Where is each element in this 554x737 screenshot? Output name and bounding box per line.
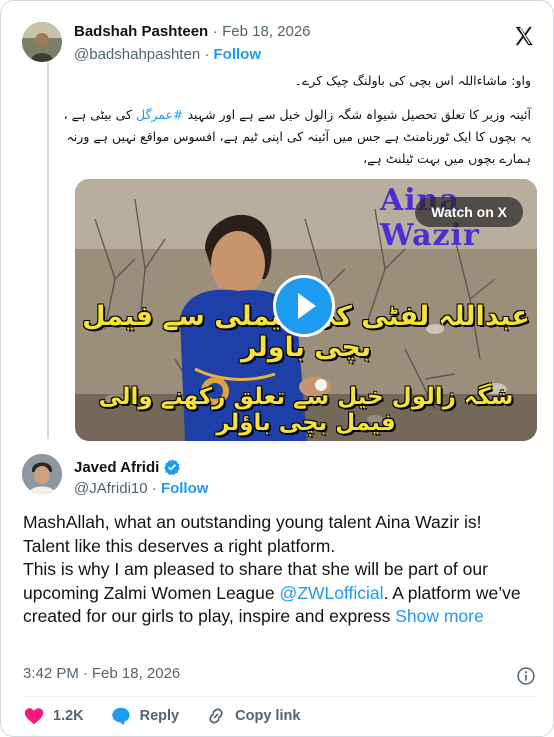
separator: · [212, 23, 218, 40]
separator: · [82, 665, 88, 682]
tweet-text-line: ہمارے بچوں میں بہت ٹیلنٹ ہے، [363, 151, 531, 166]
reply-icon [111, 707, 130, 726]
info-icon[interactable] [516, 666, 536, 686]
separator: · [151, 480, 157, 497]
thread-line [47, 59, 49, 439]
separator: · [204, 46, 210, 63]
tweet-text-line: This is why I am pleased to share that s… [23, 558, 538, 629]
tweet-text: MashAllah, what an outstanding young tal… [23, 511, 538, 629]
tweet-text-line: آئینہ وزیر کا تعلق تحصیل شیواہ شگہ زالول… [64, 107, 531, 122]
x-logo-icon[interactable] [513, 25, 535, 47]
reply-button[interactable]: Reply [110, 705, 180, 727]
video-player[interactable]: Aina Wazir عبداللہ لفٹی کی فیملی سے فیمل… [75, 179, 537, 441]
like-count: 1.2K [53, 708, 84, 724]
action-bar: 1.2K Reply Copy link [23, 705, 326, 727]
tweet-text-line: واو: ماشاءاللہ اس بچی کی باولنگ چیک کرے۔ [294, 73, 531, 88]
tweet-timestamp[interactable]: 3:42 PM · Feb 18, 2026 [23, 665, 180, 682]
author-handle[interactable]: @JAfridi10 [74, 480, 148, 497]
tweet-text-line: یہ بچوں کا ایک ٹورنامنٹ ہے جس میں آئینہ … [66, 129, 531, 144]
link-icon [209, 708, 223, 724]
play-icon [298, 293, 316, 319]
author-handle[interactable]: @badshahpashten [74, 46, 200, 63]
tweet-text-segment: آئینہ وزیر کا تعلق تحصیل شیواہ شگہ زالول… [183, 107, 531, 122]
author-name[interactable]: Javed Afridi [74, 459, 159, 476]
watch-on-x-button[interactable]: Watch on X [415, 197, 523, 227]
tweet-date[interactable]: Feb 18, 2026 [222, 23, 310, 40]
follow-button[interactable]: Follow [161, 480, 209, 497]
tweet-text-segment: کی بیٹی ہے ، [63, 107, 136, 122]
copy-link-label: Copy link [235, 708, 301, 724]
quoted-tweet[interactable]: Badshah Pashteen · Feb 18, 2026 @badshah… [1, 1, 553, 446]
main-tweet: Javed Afridi @JAfridi10 · Follow MashAll… [1, 446, 553, 736]
reply-label: Reply [139, 708, 180, 724]
divider [23, 696, 538, 697]
avatar[interactable] [22, 22, 62, 62]
tweet-embed-card: Badshah Pashteen · Feb 18, 2026 @badshah… [0, 0, 554, 737]
tweet-text-line: Talent like this deserves a right platfo… [23, 535, 336, 556]
follow-button[interactable]: Follow [214, 46, 262, 63]
video-caption: شگہ زالول خیل سے تعلق رکھنے والی فیمل بچ… [98, 384, 514, 436]
like-button[interactable]: 1.2K [23, 705, 84, 727]
copy-link-button[interactable]: Copy link [205, 705, 300, 727]
show-more-link[interactable]: Show more [395, 606, 484, 626]
author-name[interactable]: Badshah Pashteen [74, 23, 208, 40]
tweet-date: Feb 18, 2026 [91, 665, 181, 682]
tweet-time: 3:42 PM [23, 665, 79, 682]
mention-link[interactable]: @ZWLofficial [279, 583, 383, 603]
avatar[interactable] [22, 454, 62, 494]
verified-badge-icon [164, 459, 181, 476]
hashtag-link[interactable]: #عمرگل [136, 107, 183, 122]
tweet-text-line: MashAllah, what an outstanding young tal… [23, 512, 482, 532]
play-button[interactable] [273, 275, 335, 337]
heart-icon [24, 708, 44, 725]
